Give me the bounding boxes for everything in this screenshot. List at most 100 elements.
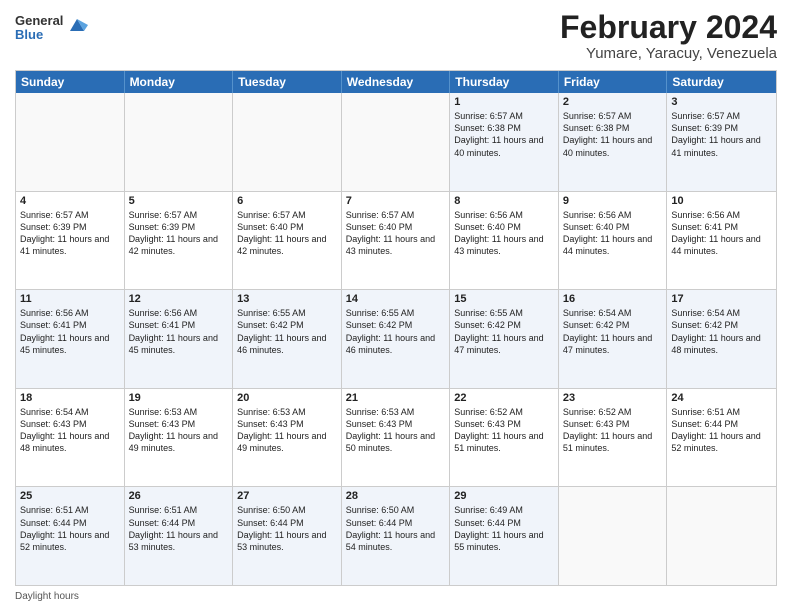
day-number: 22 [454, 392, 554, 404]
day-number: 23 [563, 392, 663, 404]
cell-info: Sunrise: 6:57 AM Sunset: 6:38 PM Dayligh… [454, 110, 554, 159]
day-number: 26 [129, 490, 229, 502]
day-of-week-saturday: Saturday [667, 71, 776, 93]
cell-info: Sunrise: 6:56 AM Sunset: 6:41 PM Dayligh… [129, 307, 229, 356]
calendar-row-1: 1 Sunrise: 6:57 AM Sunset: 6:38 PM Daylig… [16, 93, 776, 191]
day-number: 7 [346, 195, 446, 207]
calendar-cell: 5 Sunrise: 6:57 AM Sunset: 6:39 PM Daylig… [125, 192, 234, 290]
day-number: 1 [454, 96, 554, 108]
footer: Daylight hours [15, 591, 777, 602]
day-of-week-tuesday: Tuesday [233, 71, 342, 93]
calendar-cell: 19 Sunrise: 6:53 AM Sunset: 6:43 PM Dayli… [125, 389, 234, 487]
calendar-row-2: 4 Sunrise: 6:57 AM Sunset: 6:39 PM Daylig… [16, 191, 776, 290]
calendar-cell: 1 Sunrise: 6:57 AM Sunset: 6:38 PM Daylig… [450, 93, 559, 191]
day-number: 17 [671, 293, 772, 305]
cell-info: Sunrise: 6:54 AM Sunset: 6:43 PM Dayligh… [20, 406, 120, 455]
day-number: 20 [237, 392, 337, 404]
calendar-header: SundayMondayTuesdayWednesdayThursdayFrid… [16, 71, 776, 93]
cell-info: Sunrise: 6:54 AM Sunset: 6:42 PM Dayligh… [563, 307, 663, 356]
daylight-label: Daylight hours [15, 591, 79, 602]
calendar-cell: 14 Sunrise: 6:55 AM Sunset: 6:42 PM Dayli… [342, 290, 451, 388]
cell-info: Sunrise: 6:53 AM Sunset: 6:43 PM Dayligh… [129, 406, 229, 455]
day-number: 24 [671, 392, 772, 404]
day-number: 9 [563, 195, 663, 207]
day-of-week-wednesday: Wednesday [342, 71, 451, 93]
cell-info: Sunrise: 6:57 AM Sunset: 6:39 PM Dayligh… [20, 209, 120, 258]
calendar-row-3: 11 Sunrise: 6:56 AM Sunset: 6:41 PM Dayli… [16, 289, 776, 388]
cell-info: Sunrise: 6:53 AM Sunset: 6:43 PM Dayligh… [346, 406, 446, 455]
logo-icon [66, 13, 88, 35]
logo-line2: Blue [15, 28, 63, 42]
cell-info: Sunrise: 6:49 AM Sunset: 6:44 PM Dayligh… [454, 504, 554, 553]
day-number: 21 [346, 392, 446, 404]
cell-info: Sunrise: 6:55 AM Sunset: 6:42 PM Dayligh… [346, 307, 446, 356]
cell-info: Sunrise: 6:57 AM Sunset: 6:39 PM Dayligh… [129, 209, 229, 258]
calendar: SundayMondayTuesdayWednesdayThursdayFrid… [15, 70, 777, 586]
day-number: 16 [563, 293, 663, 305]
cell-info: Sunrise: 6:51 AM Sunset: 6:44 PM Dayligh… [20, 504, 120, 553]
day-number: 27 [237, 490, 337, 502]
calendar-cell: 13 Sunrise: 6:55 AM Sunset: 6:42 PM Dayli… [233, 290, 342, 388]
cell-info: Sunrise: 6:55 AM Sunset: 6:42 PM Dayligh… [237, 307, 337, 356]
calendar-cell: 21 Sunrise: 6:53 AM Sunset: 6:43 PM Dayli… [342, 389, 451, 487]
cell-info: Sunrise: 6:56 AM Sunset: 6:41 PM Dayligh… [671, 209, 772, 258]
calendar-cell: 29 Sunrise: 6:49 AM Sunset: 6:44 PM Dayli… [450, 487, 559, 585]
calendar-row-5: 25Sunrise: 6:51 AM Sunset: 6:44 PM Dayli… [16, 486, 776, 585]
cell-info: Sunrise: 6:56 AM Sunset: 6:40 PM Dayligh… [454, 209, 554, 258]
cell-info: Sunrise: 6:52 AM Sunset: 6:43 PM Dayligh… [563, 406, 663, 455]
calendar-cell: 26Sunrise: 6:51 AM Sunset: 6:44 PM Dayli… [125, 487, 234, 585]
calendar-cell [667, 487, 776, 585]
calendar-cell: 23 Sunrise: 6:52 AM Sunset: 6:43 PM Dayli… [559, 389, 668, 487]
calendar-cell: 22Sunrise: 6:52 AM Sunset: 6:43 PM Dayli… [450, 389, 559, 487]
day-number: 15 [454, 293, 554, 305]
cell-info: Sunrise: 6:57 AM Sunset: 6:40 PM Dayligh… [346, 209, 446, 258]
calendar-cell: 9 Sunrise: 6:56 AM Sunset: 6:40 PM Daylig… [559, 192, 668, 290]
day-number: 11 [20, 293, 120, 305]
calendar-cell: 3 Sunrise: 6:57 AM Sunset: 6:39 PM Daylig… [667, 93, 776, 191]
day-number: 6 [237, 195, 337, 207]
calendar-cell: 27Sunrise: 6:50 AM Sunset: 6:44 PM Dayli… [233, 487, 342, 585]
calendar-cell: 11 Sunrise: 6:56 AM Sunset: 6:41 PM Dayli… [16, 290, 125, 388]
cell-info: Sunrise: 6:56 AM Sunset: 6:41 PM Dayligh… [20, 307, 120, 356]
cell-info: Sunrise: 6:51 AM Sunset: 6:44 PM Dayligh… [671, 406, 772, 455]
calendar-cell: 20Sunrise: 6:53 AM Sunset: 6:43 PM Dayli… [233, 389, 342, 487]
calendar-cell: 17 Sunrise: 6:54 AM Sunset: 6:42 PM Dayli… [667, 290, 776, 388]
cell-info: Sunrise: 6:57 AM Sunset: 6:40 PM Dayligh… [237, 209, 337, 258]
title-block: February 2024 Yumare, Yaracuy, Venezuela [560, 10, 777, 62]
logo-line1: General [15, 14, 63, 28]
cell-info: Sunrise: 6:56 AM Sunset: 6:40 PM Dayligh… [563, 209, 663, 258]
day-number: 13 [237, 293, 337, 305]
day-number: 5 [129, 195, 229, 207]
day-of-week-sunday: Sunday [16, 71, 125, 93]
page: General Blue February 2024 Yumare, Yarac… [0, 0, 792, 612]
calendar-cell: 8 Sunrise: 6:56 AM Sunset: 6:40 PM Daylig… [450, 192, 559, 290]
calendar-cell: 10Sunrise: 6:56 AM Sunset: 6:41 PM Dayli… [667, 192, 776, 290]
calendar-cell: 4 Sunrise: 6:57 AM Sunset: 6:39 PM Daylig… [16, 192, 125, 290]
calendar-cell: 2Sunrise: 6:57 AM Sunset: 6:38 PM Daylig… [559, 93, 668, 191]
calendar-cell: 6 Sunrise: 6:57 AM Sunset: 6:40 PM Daylig… [233, 192, 342, 290]
calendar-cell [342, 93, 451, 191]
calendar-cell: 12Sunrise: 6:56 AM Sunset: 6:41 PM Dayli… [125, 290, 234, 388]
day-number: 4 [20, 195, 120, 207]
cell-info: Sunrise: 6:54 AM Sunset: 6:42 PM Dayligh… [671, 307, 772, 356]
cell-info: Sunrise: 6:57 AM Sunset: 6:39 PM Dayligh… [671, 110, 772, 159]
calendar-row-4: 18 Sunrise: 6:54 AM Sunset: 6:43 PM Dayli… [16, 388, 776, 487]
calendar-cell: 15 Sunrise: 6:55 AM Sunset: 6:42 PM Dayli… [450, 290, 559, 388]
day-of-week-friday: Friday [559, 71, 668, 93]
cell-info: Sunrise: 6:55 AM Sunset: 6:42 PM Dayligh… [454, 307, 554, 356]
day-number: 3 [671, 96, 772, 108]
calendar-cell [125, 93, 234, 191]
day-number: 29 [454, 490, 554, 502]
calendar-cell: 24 Sunrise: 6:51 AM Sunset: 6:44 PM Dayli… [667, 389, 776, 487]
day-number: 14 [346, 293, 446, 305]
header: General Blue February 2024 Yumare, Yarac… [15, 10, 777, 62]
logo: General Blue [15, 14, 88, 43]
day-of-week-monday: Monday [125, 71, 234, 93]
day-number: 18 [20, 392, 120, 404]
day-number: 8 [454, 195, 554, 207]
location-label: Yumare, Yaracuy, Venezuela [560, 45, 777, 62]
calendar-cell [16, 93, 125, 191]
day-number: 19 [129, 392, 229, 404]
calendar-body: 1 Sunrise: 6:57 AM Sunset: 6:38 PM Daylig… [16, 93, 776, 585]
calendar-cell [233, 93, 342, 191]
